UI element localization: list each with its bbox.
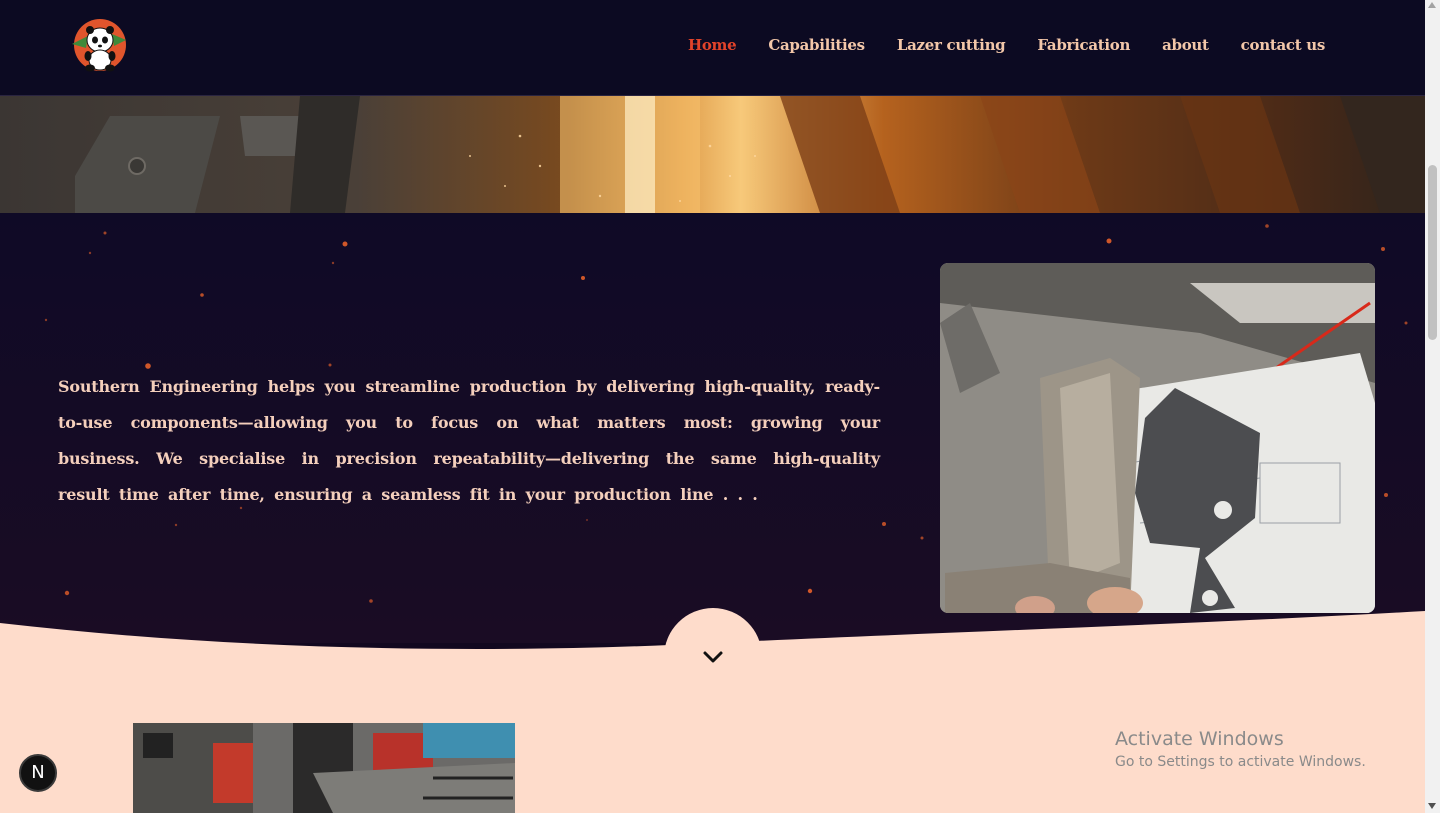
nav-link-capabilities[interactable]: Capabilities xyxy=(768,36,865,54)
nav-link-home[interactable]: Home xyxy=(688,36,737,54)
nextjs-dev-badge[interactable]: N xyxy=(19,754,57,792)
top-navbar: Home Capabilities Lazer cutting Fabricat… xyxy=(0,0,1425,96)
panda-logo-icon[interactable] xyxy=(68,18,130,72)
activate-windows-title: Activate Windows xyxy=(1115,728,1284,750)
intro-section: Southern Engineering helps you streamlin… xyxy=(0,213,1425,643)
nav-link-lazer-cutting[interactable]: Lazer cutting xyxy=(897,36,1006,54)
activate-windows-subtitle: Go to Settings to activate Windows. xyxy=(1115,754,1366,770)
scrollbar-thumb[interactable] xyxy=(1428,165,1437,340)
nav-link-fabrication[interactable]: Fabrication xyxy=(1037,36,1130,54)
chevron-down-icon xyxy=(703,651,723,663)
nav-link-contact-us[interactable]: contact us xyxy=(1241,36,1326,54)
workshop-photo xyxy=(133,723,515,813)
bracket-photo xyxy=(940,263,1375,613)
page-scrollbar[interactable] xyxy=(1425,0,1440,813)
intro-paragraph: Southern Engineering helps you streamlin… xyxy=(58,377,880,504)
scroll-down-arrow-icon[interactable] xyxy=(1428,803,1436,809)
scroll-down-button[interactable] xyxy=(664,608,762,706)
hero-banner-image xyxy=(0,96,1425,213)
scroll-up-arrow-icon[interactable] xyxy=(1428,2,1436,8)
nav-link-about[interactable]: about xyxy=(1162,36,1209,54)
main-menu: Home Capabilities Lazer cutting Fabricat… xyxy=(656,36,1325,54)
activate-windows-watermark: Activate Windows Go to Settings to activ… xyxy=(1115,728,1366,770)
